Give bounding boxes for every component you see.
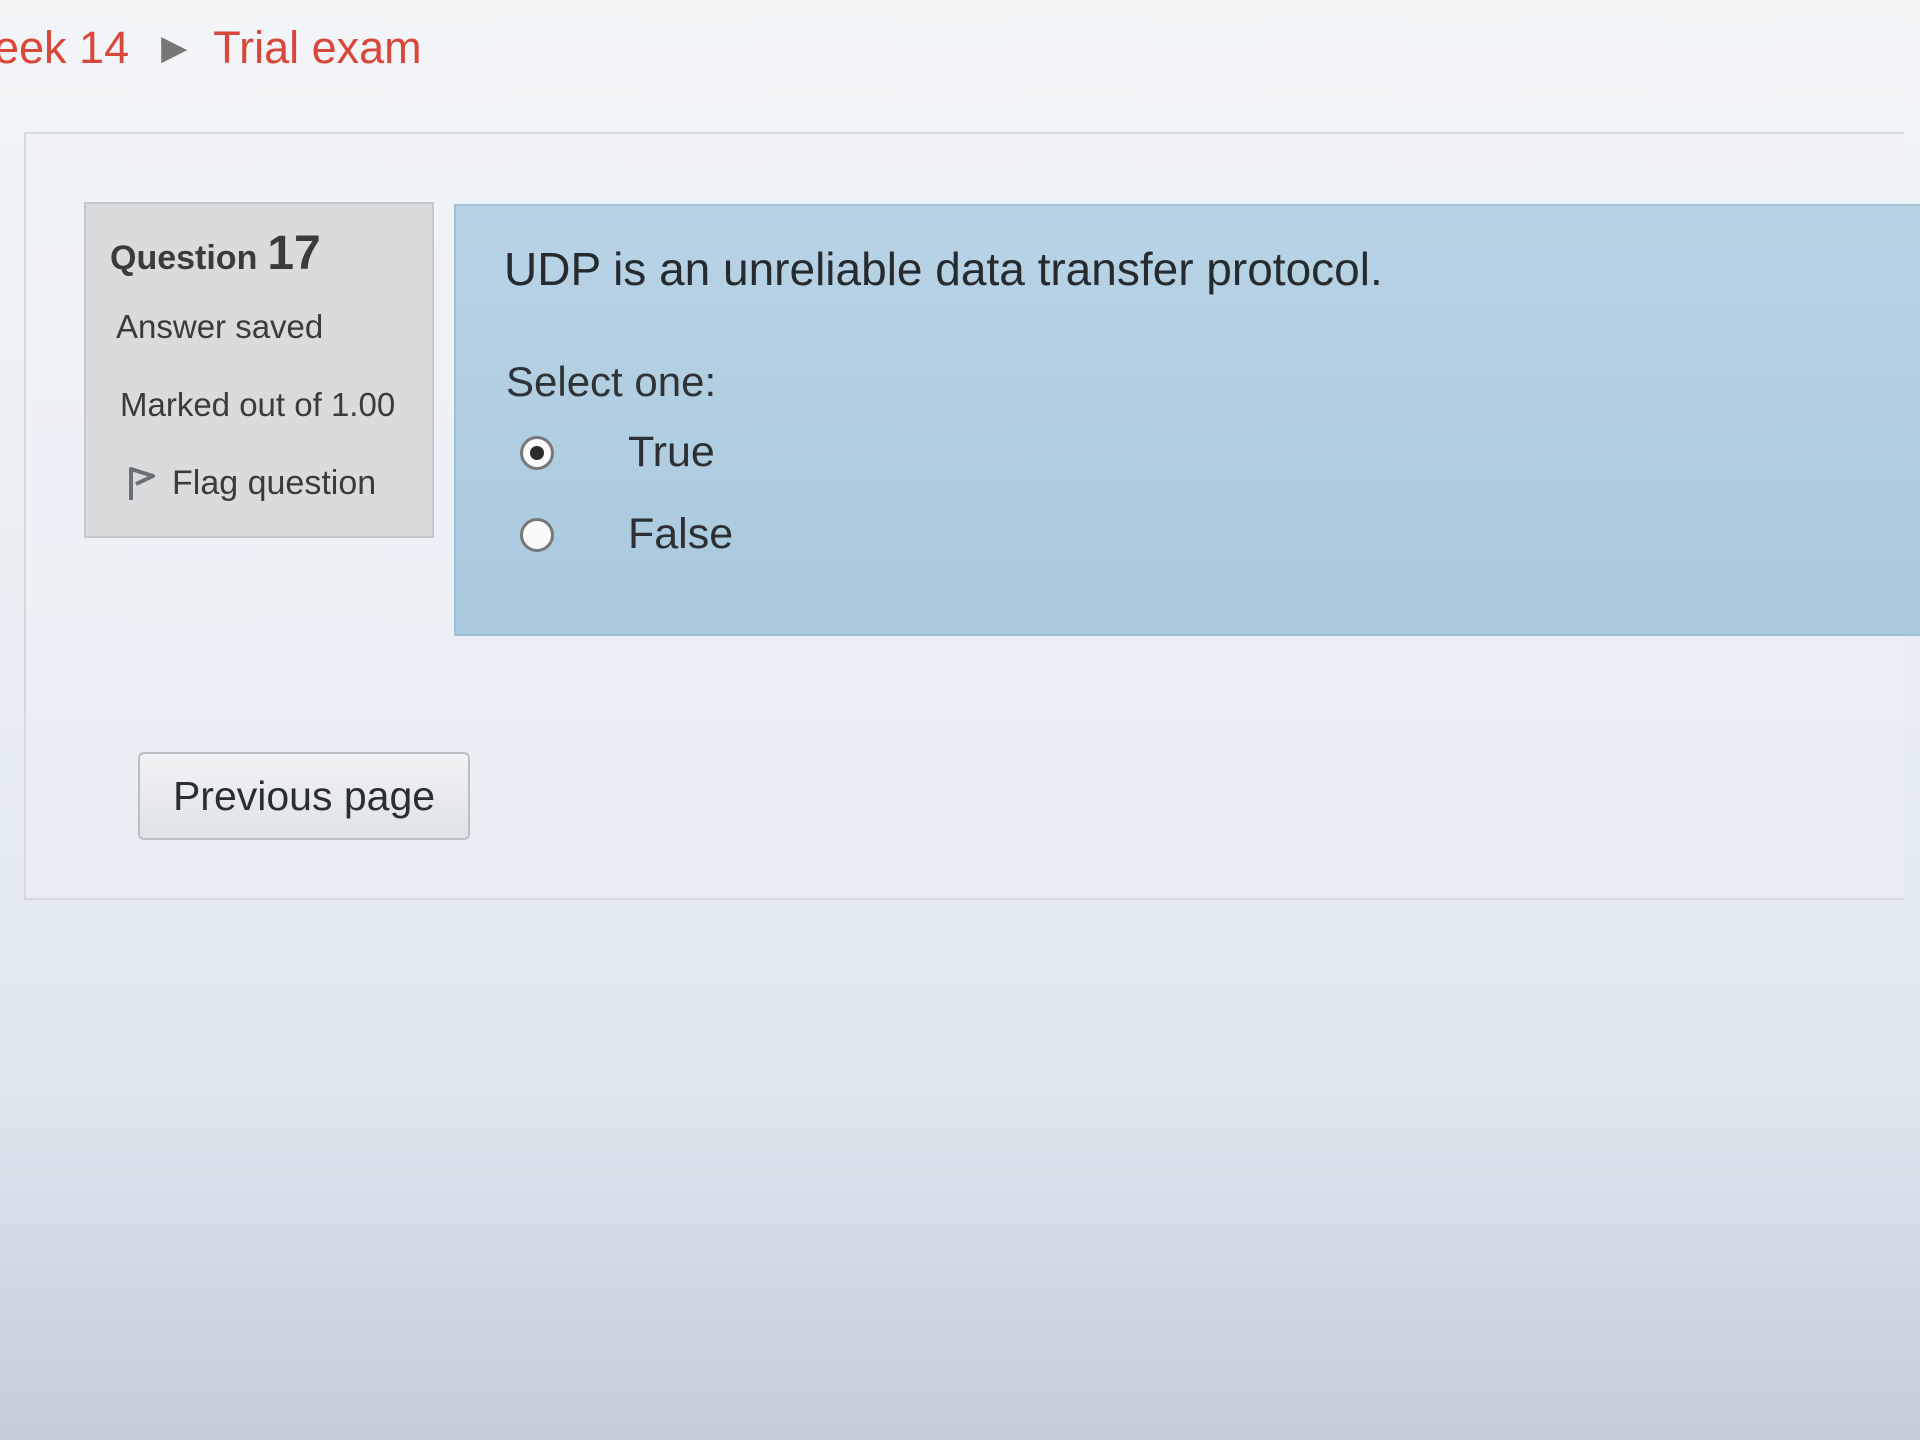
flag-icon: [129, 466, 155, 500]
answer-option-true[interactable]: True: [520, 428, 715, 477]
breadcrumb: eek 14 ▶ Trial exam: [0, 22, 422, 74]
select-one-prompt: Select one:: [506, 358, 717, 405]
question-text: UDP is an unreliable data transfer proto…: [504, 243, 1383, 295]
breadcrumb-week-link[interactable]: eek 14: [0, 22, 129, 74]
breadcrumb-trial-exam-link[interactable]: Trial exam: [213, 22, 421, 74]
question-label: Question: [110, 239, 258, 277]
question-grade: Marked out of 1.00: [120, 386, 396, 423]
flag-question-label: Flag question: [172, 464, 377, 502]
flag-question-link[interactable]: Flag question: [126, 464, 376, 503]
question-info-panel: Question 17 Answer saved Marked out of 1.…: [84, 202, 434, 538]
answer-option-false[interactable]: False: [520, 510, 733, 559]
previous-page-button[interactable]: Previous page: [138, 752, 470, 840]
question-number: Question 17: [110, 226, 321, 281]
answer-option-true-label[interactable]: True: [628, 428, 715, 477]
question-formulation: UDP is an unreliable data transfer proto…: [454, 204, 1920, 636]
radio-true[interactable]: [520, 435, 554, 470]
breadcrumb-separator-icon: ▶: [161, 29, 188, 67]
question-number-value: 17: [267, 227, 321, 280]
answer-option-false-label[interactable]: False: [628, 510, 733, 559]
answer-state: Answer saved: [116, 308, 324, 345]
radio-false[interactable]: [520, 517, 554, 552]
